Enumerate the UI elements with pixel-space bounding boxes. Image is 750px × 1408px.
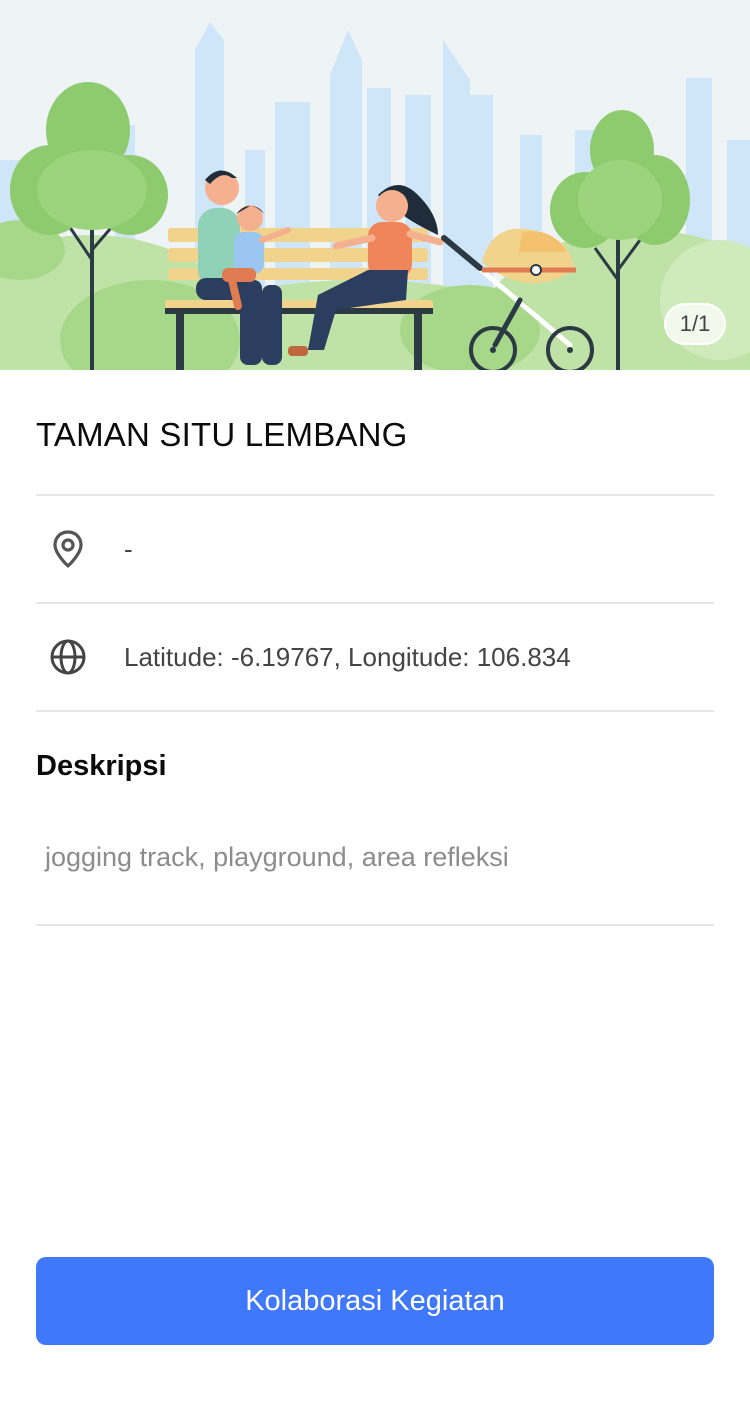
globe-icon [36,638,100,676]
park-family-illustration [0,0,750,370]
coordinates-value: Latitude: -6.19767, Longitude: 106.834 [124,641,571,672]
divider [36,924,714,926]
address-value: - [124,533,133,564]
description-text: jogging track, playground, area refleksi [45,842,509,872]
coordinates-row: Latitude: -6.19767, Longitude: 106.834 [36,604,714,710]
collaborate-activity-button[interactable]: Kolaborasi Kegiatan [36,1257,714,1345]
hero-image[interactable]: 1/1 [0,0,750,370]
address-row: - [36,496,714,602]
description-heading: Deskripsi [36,750,167,782]
image-counter-badge: 1/1 [664,303,726,345]
place-detail: TAMAN SITU LEMBANG - Latitude: -6.19767,… [36,370,714,926]
location-pin-icon [36,529,100,569]
place-title: TAMAN SITU LEMBANG [36,416,408,453]
